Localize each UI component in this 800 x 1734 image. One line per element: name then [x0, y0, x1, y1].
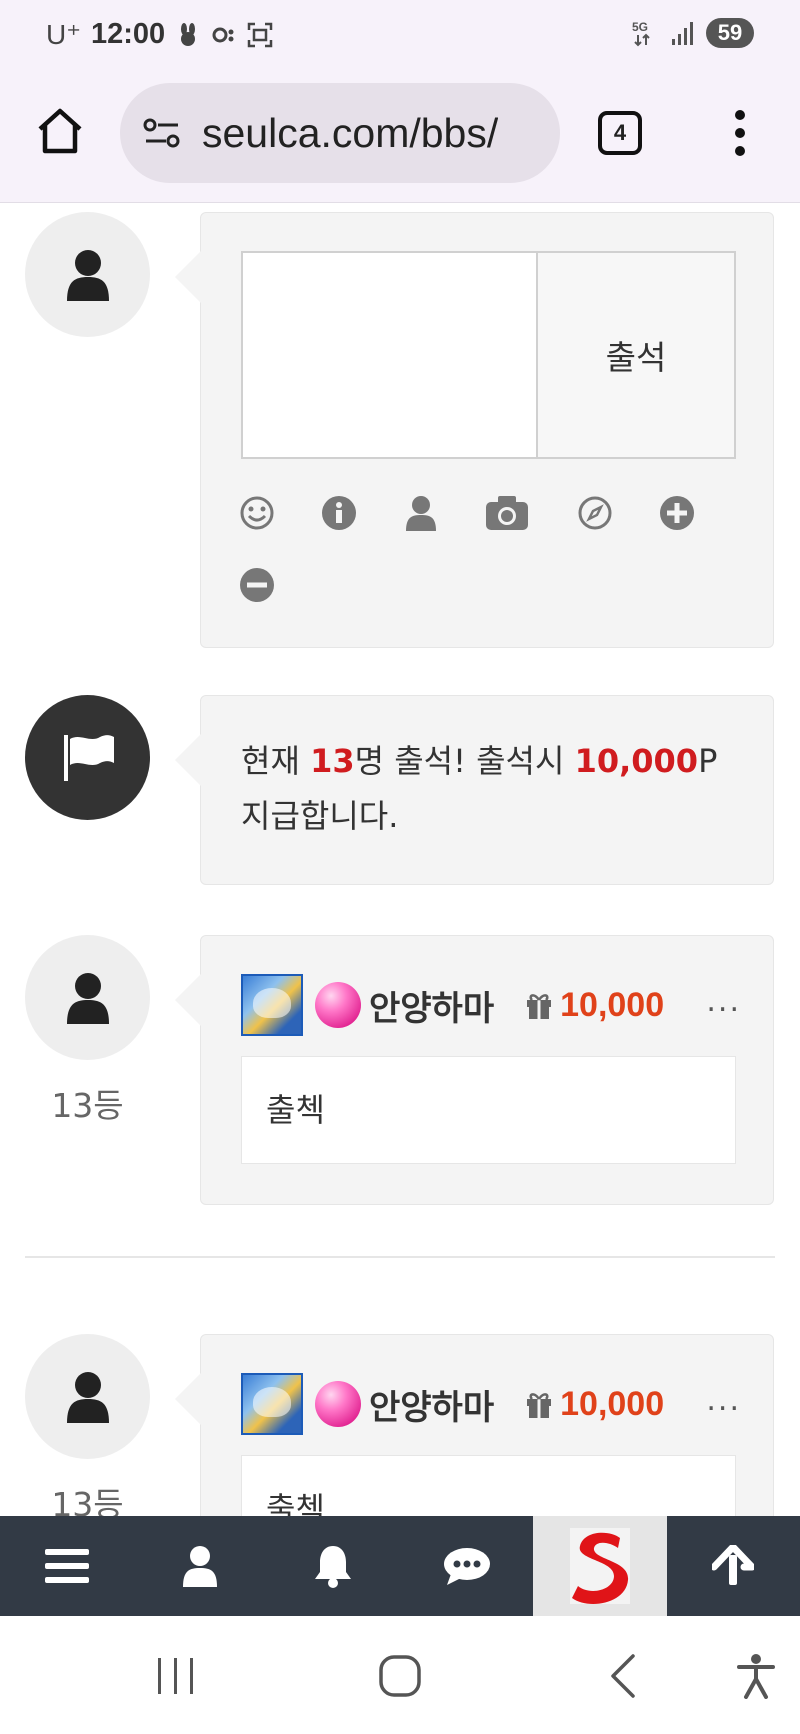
- comment-nickname[interactable]: 안양하마: [369, 1380, 494, 1429]
- site-settings-icon[interactable]: [142, 113, 182, 153]
- nav-menu-button[interactable]: [0, 1516, 133, 1616]
- comment-nickname[interactable]: 안양하마: [369, 981, 494, 1030]
- nav-chat-button[interactable]: [400, 1516, 533, 1616]
- nav-user-button[interactable]: [133, 1516, 266, 1616]
- comment-header: 안양하마 10,000 ...: [241, 1373, 741, 1435]
- comment-points: 10,000: [560, 985, 665, 1024]
- arrow-up-icon: [712, 1545, 755, 1585]
- pink-ball-icon: [315, 1381, 361, 1427]
- comment-bubble: 안양하마 10,000 ... 출첵: [175, 935, 774, 1205]
- home-icon[interactable]: [34, 105, 86, 157]
- carrier-label: U⁺: [46, 19, 81, 50]
- recent-apps-icon: [158, 1658, 193, 1694]
- notice-text: 현재 13명 출석! 출석시 10,000P 지급합니다.: [241, 734, 741, 844]
- comment-rank: 13등: [51, 1086, 124, 1125]
- more-options-button[interactable]: ...: [706, 984, 741, 1019]
- clock: 12:00: [91, 18, 166, 50]
- system-home-button[interactable]: [370, 1646, 430, 1706]
- gift-icon: [527, 994, 552, 1019]
- attendance-form: 출석: [175, 212, 774, 648]
- nav-scroll-top-button[interactable]: [667, 1516, 800, 1616]
- status-bar: U⁺ 12:00 5G 59: [0, 0, 800, 75]
- user-icon: [182, 1546, 217, 1587]
- flag-icon: [63, 734, 114, 781]
- address-bar[interactable]: seulca.com/bbs/: [120, 83, 560, 183]
- comment-bubble: 안양하마 10,000 ... 출첵: [175, 1334, 774, 1516]
- my-avatar: [25, 212, 150, 337]
- browser-toolbar: seulca.com/bbs/ 4: [0, 75, 800, 203]
- notice-prefix: 현재: [241, 742, 311, 780]
- recent-apps-button[interactable]: [146, 1646, 206, 1706]
- pink-ball-icon: [315, 982, 361, 1028]
- attendance-input-row: 출석: [241, 251, 736, 459]
- bell-icon: [315, 1546, 352, 1588]
- accessibility-icon: [737, 1654, 775, 1699]
- link-icon: [212, 27, 234, 42]
- comment-avatar[interactable]: [25, 1334, 150, 1459]
- site-logo: [569, 1528, 630, 1604]
- notice-bubble: 현재 13명 출석! 출석시 10,000P 지급합니다.: [175, 695, 774, 885]
- user-icon[interactable]: [401, 493, 441, 533]
- notice-line2: 지급합니다.: [241, 797, 399, 835]
- browser-menu-icon[interactable]: [728, 109, 752, 157]
- user-icon: [66, 249, 109, 301]
- page-content: 출석 현재 13명 출석! 출석시 10,000P 지급합니다. 13등 안양하…: [0, 204, 800, 1516]
- minus-circle-icon[interactable]: [237, 565, 277, 605]
- attend-count: 13: [310, 742, 355, 780]
- url-text: seulca.com/bbs/: [202, 109, 499, 156]
- back-icon: [611, 1654, 635, 1698]
- comment-avatar[interactable]: [25, 935, 150, 1060]
- notice-suffix: P: [698, 742, 718, 780]
- attendance-textarea[interactable]: [243, 253, 538, 457]
- home-circle-icon: [379, 1655, 421, 1697]
- attend-button[interactable]: 출석: [538, 253, 734, 457]
- gift-icon: [527, 1393, 552, 1418]
- system-nav-bar: [0, 1616, 800, 1734]
- status-left: U⁺ 12:00: [46, 18, 273, 51]
- chat-icon: [443, 1548, 490, 1585]
- accessibility-button[interactable]: [726, 1646, 786, 1706]
- plus-circle-icon[interactable]: [657, 493, 697, 533]
- level-badge-image: [241, 974, 303, 1036]
- site-logo-button[interactable]: [533, 1516, 667, 1616]
- svg-text:5G: 5G: [632, 20, 648, 34]
- site-bottom-nav: [0, 1516, 800, 1616]
- camera-icon[interactable]: [483, 493, 531, 533]
- info-icon[interactable]: [319, 493, 359, 533]
- battery-indicator: 59: [706, 18, 754, 48]
- more-options-button[interactable]: ...: [706, 1383, 741, 1418]
- system-back-button[interactable]: [594, 1646, 654, 1706]
- compass-icon[interactable]: [575, 493, 615, 533]
- notice-avatar: [25, 695, 150, 820]
- comment-divider: [25, 1256, 775, 1258]
- notice-middle: 명 출석! 출석시: [354, 742, 575, 780]
- level-badge-image: [241, 1373, 303, 1435]
- screenshot-icon: [247, 22, 273, 47]
- tab-switcher-button[interactable]: 4: [598, 111, 642, 155]
- user-icon: [66, 1371, 109, 1423]
- comment-body: 출첵: [241, 1056, 736, 1164]
- user-icon: [66, 972, 109, 1024]
- smile-icon[interactable]: [237, 493, 277, 533]
- comment-header: 안양하마 10,000 ...: [241, 974, 741, 1036]
- rabbit-icon: [181, 22, 196, 46]
- menu-icon: [44, 1549, 89, 1583]
- comment-rank: 13등: [51, 1485, 124, 1516]
- notice-points: 10,000: [574, 742, 699, 780]
- nav-notification-button[interactable]: [267, 1516, 400, 1616]
- network-5g-icon: 5G: [632, 20, 650, 47]
- comment-points: 10,000: [560, 1384, 665, 1423]
- comment-body: 출첵: [241, 1455, 736, 1516]
- signal-icon: [672, 22, 693, 45]
- status-right: 5G 59: [630, 18, 754, 48]
